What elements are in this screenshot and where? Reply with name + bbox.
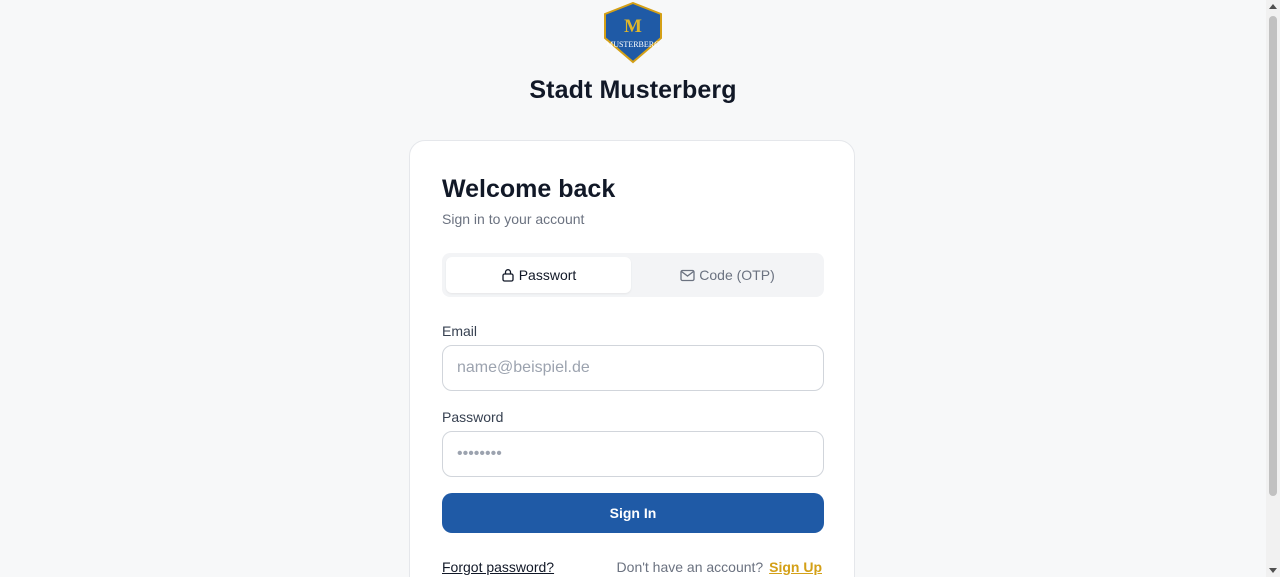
city-shield-logo: M MUSTERBERG [604,2,662,64]
sign-in-button[interactable]: Sign In [442,493,824,533]
page-scrollbar[interactable] [1266,0,1280,577]
scroll-down-arrow-icon[interactable] [1269,568,1277,573]
email-label: Email [442,323,478,339]
scrollbar-thumb[interactable] [1269,16,1277,496]
email-field[interactable] [442,345,824,391]
tab-password-label: Passwort [518,267,577,283]
scroll-up-arrow-icon[interactable] [1269,4,1277,9]
tab-otp[interactable]: Code (OTP) [635,257,820,293]
password-field[interactable] [442,431,824,477]
logo-letter: M [624,16,642,37]
tab-otp-label: Code (OTP) [699,267,775,283]
forgot-password-link[interactable]: Forgot password? [442,559,554,575]
org-name: Stadt Musterberg [529,76,737,104]
signup-prompt: Don't have an account? [616,559,764,575]
signup-row: Don't have an account? Sign Up [617,559,822,575]
tab-password[interactable]: Passwort [446,257,631,293]
login-method-tabs: Passwort Code (OTP) [442,253,824,297]
login-page: M MUSTERBERG Stadt Musterberg Welcome ba… [0,0,1280,577]
login-subtitle: Sign in to your account [442,211,585,227]
mail-icon [680,269,695,281]
sign-up-link[interactable]: Sign Up [769,559,822,575]
logo-text: MUSTERBERG [606,40,660,49]
password-label: Password [442,409,504,425]
lock-icon [502,269,514,282]
login-card: Welcome back Sign in to your account Pas… [409,140,855,577]
login-title: Welcome back [442,175,616,203]
